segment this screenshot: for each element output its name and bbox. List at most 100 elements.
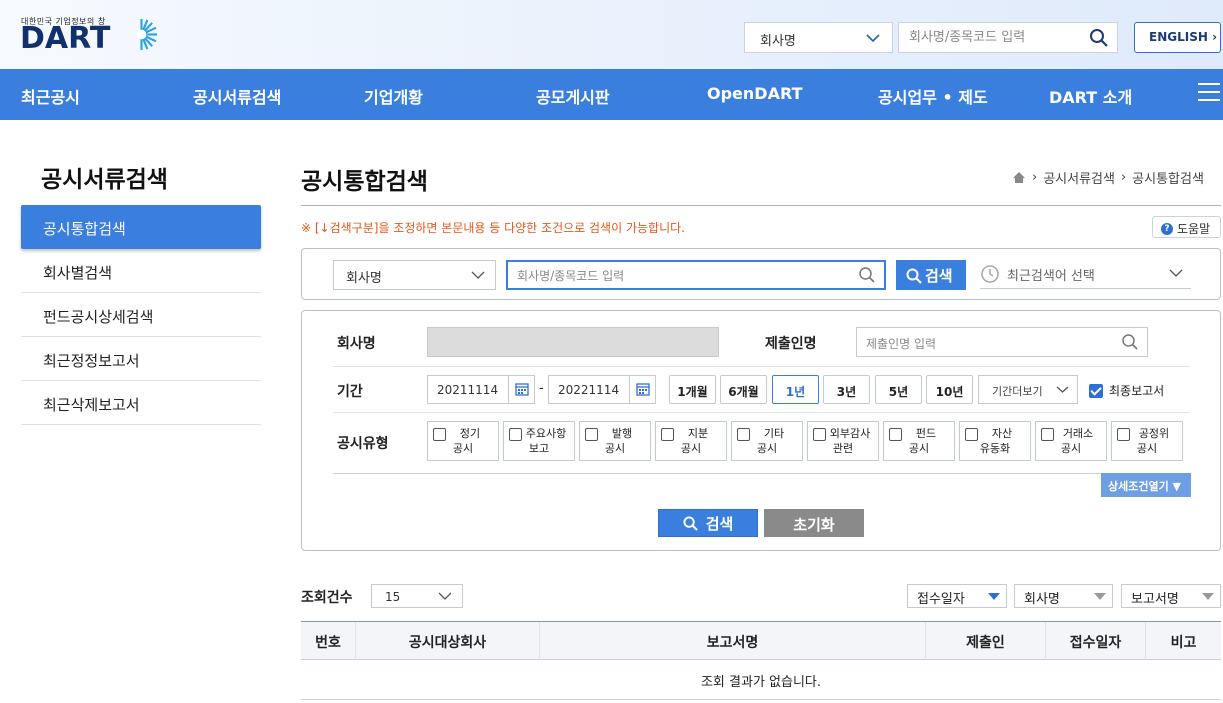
breadcrumb-separator-icon: › bbox=[1032, 170, 1038, 185]
help-button[interactable]: ? 도움말 bbox=[1152, 216, 1221, 238]
sort-company-select[interactable]: 회사명 bbox=[1014, 584, 1113, 608]
english-label: ENGLISH bbox=[1149, 30, 1208, 44]
sort-date-select[interactable]: 접수일자 bbox=[907, 584, 1007, 608]
period-3year-button[interactable]: 3년 bbox=[823, 375, 870, 404]
period-1year-button[interactable]: 1년 bbox=[772, 375, 819, 404]
column-header-date: 접수일자 bbox=[1045, 622, 1145, 660]
type-line2: 공시 bbox=[756, 442, 778, 455]
checkbox-icon bbox=[509, 428, 522, 441]
empty-result-message: 조회 결과가 없습니다. bbox=[301, 660, 1221, 700]
breadcrumb: › 공시서류검색 › 공시통합검색 bbox=[1012, 168, 1204, 187]
english-button[interactable]: ENGLISH › bbox=[1134, 22, 1221, 53]
type-fund-checkbox[interactable]: 펀드 공시 bbox=[883, 421, 955, 461]
period-label: 기간 bbox=[337, 384, 363, 400]
period-1month-button[interactable]: 1개월 bbox=[669, 375, 716, 404]
chevron-down-icon bbox=[1056, 386, 1069, 393]
page-size-select[interactable]: 15 bbox=[371, 584, 463, 608]
type-ftc-checkbox[interactable]: 공정위 공시 bbox=[1111, 421, 1183, 461]
sort-report-label: 보고서명 bbox=[1131, 592, 1179, 607]
quick-search-placeholder: 회사명/종목코드 입력 bbox=[517, 269, 625, 283]
type-exchange-checkbox[interactable]: 거래소 공시 bbox=[1035, 421, 1107, 461]
search-icon[interactable] bbox=[1121, 333, 1139, 351]
column-header-note: 비고 bbox=[1145, 622, 1221, 660]
quick-search-box: 회사명 회사명/종목코드 입력 검색 최근검색어 선택 bbox=[301, 248, 1221, 300]
type-securitization-checkbox[interactable]: 자산 유동화 bbox=[959, 421, 1031, 461]
period-6month-button[interactable]: 6개월 bbox=[720, 375, 767, 404]
final-report-label: 최종보고서 bbox=[1109, 384, 1165, 398]
search-icon[interactable] bbox=[858, 266, 876, 284]
quick-search-button[interactable]: 검색 bbox=[896, 260, 966, 290]
sidebar-item-recent-corrections[interactable]: 최근정정보고서 bbox=[21, 337, 261, 381]
sort-down-icon bbox=[1202, 593, 1214, 600]
header-search-input[interactable] bbox=[899, 23, 1079, 52]
nav-item-company-overview[interactable]: 기업개황 bbox=[364, 84, 423, 108]
more-period-label: 기간더보기 bbox=[992, 385, 1043, 398]
more-period-select[interactable]: 기간더보기 bbox=[978, 375, 1078, 404]
checkbox-icon bbox=[1117, 428, 1130, 441]
end-date-value: 20221114 bbox=[558, 383, 620, 397]
checkbox-icon bbox=[1041, 428, 1054, 441]
home-icon[interactable] bbox=[1012, 171, 1026, 184]
nav-item-opendart[interactable]: OpenDART bbox=[707, 84, 802, 103]
type-line2: 공시 bbox=[680, 442, 702, 455]
header-search-type-select[interactable]: 회사명 bbox=[744, 22, 893, 53]
disclosure-type-label: 공시유형 bbox=[337, 436, 389, 452]
final-report-checkbox[interactable]: 최종보고서 bbox=[1089, 382, 1164, 399]
breadcrumb-item[interactable]: 공시서류검색 bbox=[1043, 168, 1115, 187]
page-title: 공시통합검색 bbox=[301, 169, 428, 195]
sidebar-item-recent-deletions[interactable]: 최근삭제보고서 bbox=[21, 381, 261, 425]
nav-item-disclosure-system[interactable]: 공시업무 • 제도 bbox=[878, 84, 988, 108]
checkbox-icon bbox=[889, 428, 902, 441]
breadcrumb-separator-icon: › bbox=[1120, 170, 1127, 185]
row-divider bbox=[333, 473, 1190, 474]
dart-logo[interactable]: DART bbox=[20, 24, 110, 54]
company-name-field[interactable] bbox=[427, 327, 719, 357]
type-regular-checkbox[interactable]: 정기 공시 bbox=[427, 421, 499, 461]
sidebar-item-fund-search[interactable]: 펀드공시상세검색 bbox=[21, 293, 261, 337]
type-equity-checkbox[interactable]: 지분 공시 bbox=[655, 421, 727, 461]
nav-item-recent[interactable]: 최근공시 bbox=[21, 84, 80, 108]
type-major-checkbox[interactable]: 주요사항 보고 bbox=[503, 421, 575, 461]
calendar-icon[interactable] bbox=[508, 376, 534, 403]
nav-item-document-search[interactable]: 공시서류검색 bbox=[193, 84, 281, 108]
type-issuance-checkbox[interactable]: 발행 공시 bbox=[579, 421, 651, 461]
start-date-input[interactable]: 20211114 bbox=[427, 375, 535, 404]
recent-search-select[interactable]: 최근검색어 선택 bbox=[980, 260, 1191, 289]
end-date-input[interactable]: 20221114 bbox=[548, 375, 656, 404]
search-button[interactable]: 검색 bbox=[658, 509, 758, 537]
checkbox-icon bbox=[585, 428, 598, 441]
detail-conditions-toggle[interactable]: 상세조건열기 ▼ bbox=[1101, 473, 1191, 497]
sidebar-item-company-search[interactable]: 회사별검색 bbox=[21, 249, 261, 293]
sort-report-select[interactable]: 보고서명 bbox=[1121, 584, 1221, 608]
checkbox-icon bbox=[737, 428, 750, 441]
period-10year-button[interactable]: 10년 bbox=[926, 375, 973, 404]
company-label: 회사명 bbox=[337, 336, 376, 352]
reset-button[interactable]: 초기화 bbox=[764, 509, 864, 537]
search-icon[interactable] bbox=[1089, 28, 1109, 48]
breadcrumb-item[interactable]: 공시통합검색 bbox=[1132, 168, 1204, 187]
column-header-submitter: 제출인 bbox=[925, 622, 1045, 660]
quick-search-type-select[interactable]: 회사명 bbox=[333, 260, 496, 290]
start-date-value: 20211114 bbox=[437, 383, 499, 397]
submitter-input[interactable]: 제출인명 입력 bbox=[856, 327, 1148, 357]
period-5year-button[interactable]: 5년 bbox=[875, 375, 922, 404]
type-other-checkbox[interactable]: 기타 공시 bbox=[731, 421, 803, 461]
title-divider bbox=[301, 205, 1221, 206]
top-header: 대한민국 기업정보의 창 DART 회사명 ENGLISH › bbox=[0, 0, 1223, 69]
type-line2: 공시 bbox=[452, 442, 474, 455]
quick-search-input[interactable]: 회사명/종목코드 입력 bbox=[506, 260, 886, 290]
submitter-label: 제출인명 bbox=[765, 336, 817, 352]
type-line2: 유동화 bbox=[979, 442, 1011, 455]
nav-item-public-offering[interactable]: 공모게시판 bbox=[536, 84, 610, 108]
checkbox-icon bbox=[965, 428, 978, 441]
sort-date-label: 접수일자 bbox=[917, 592, 965, 607]
column-header-company: 공시대상회사 bbox=[355, 622, 539, 660]
sort-company-label: 회사명 bbox=[1024, 592, 1060, 607]
type-audit-checkbox[interactable]: 외부감사 관련 bbox=[807, 421, 879, 461]
nav-item-about[interactable]: DART 소개 bbox=[1049, 84, 1132, 108]
results-table: 번호 공시대상회사 보고서명 제출인 접수일자 비고 조회 결과가 없습니다. bbox=[301, 621, 1221, 700]
calendar-icon[interactable] bbox=[629, 376, 655, 403]
header-search-type-value: 회사명 bbox=[760, 34, 796, 49]
menu-icon[interactable] bbox=[1198, 83, 1220, 101]
sidebar-item-integrated-search[interactable]: 공시통합검색 bbox=[21, 205, 261, 249]
